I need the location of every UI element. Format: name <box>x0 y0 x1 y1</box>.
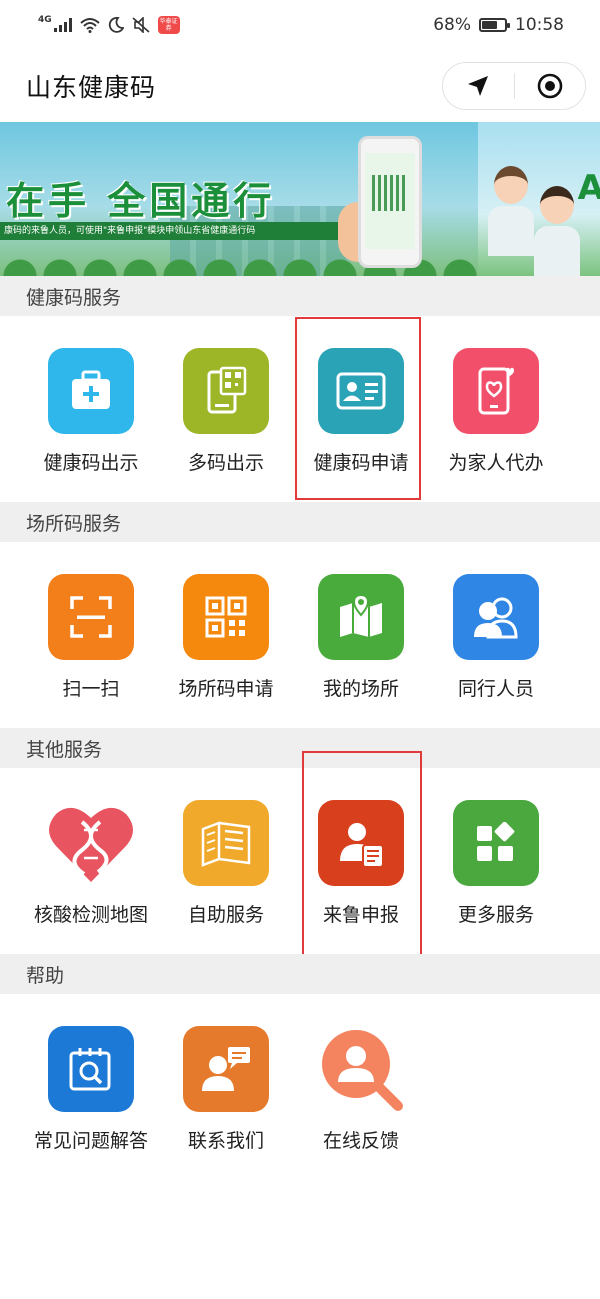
tile-label: 多码出示 <box>187 452 264 474</box>
app-notification-badge: 华泰证券 <box>157 16 180 34</box>
tile-scan[interactable]: 扫一扫 <box>23 574 159 701</box>
network-type: 4G <box>38 15 52 25</box>
location-arrow-icon <box>468 76 489 96</box>
battery-icon <box>479 18 510 32</box>
promo-banner[interactable]: 在手 全国通行 康码的来鲁人员，可使用"来鲁申报"模块申领山东省健康通行码 A <box>0 122 600 276</box>
icon-box <box>48 1026 134 1112</box>
status-right: 68% 10:58 <box>433 15 564 35</box>
status-left: 4G 华泰证券 <box>38 15 180 34</box>
icon-box <box>453 800 539 886</box>
scan-icon <box>70 596 112 638</box>
clock: 10:58 <box>515 15 564 35</box>
icon-box <box>48 348 134 434</box>
tile-label: 为家人代办 <box>448 452 544 474</box>
status-bar: 4G 华泰证券 68% 10:58 <box>0 0 600 50</box>
tile-apply-venue-code[interactable]: 场所码申请 <box>158 574 294 701</box>
tile-more-services[interactable]: 更多服务 <box>428 800 564 927</box>
icon-box <box>183 348 269 434</box>
person-figure <box>488 166 534 276</box>
tile-label: 更多服务 <box>457 904 534 926</box>
section-header-health-code: 健康码服务 <box>0 276 600 316</box>
dna-heart-icon <box>49 807 133 882</box>
phone-heart-icon <box>478 367 514 415</box>
faq-search-icon <box>69 1048 111 1091</box>
tile-label: 在线反馈 <box>322 1130 399 1152</box>
banner-headline: 在手 全国通行 <box>6 179 276 223</box>
icon-box <box>183 574 269 660</box>
section-header-other: 其他服务 <box>0 728 600 768</box>
location-button[interactable] <box>443 63 514 109</box>
contact-chat-icon <box>202 1047 250 1091</box>
grid-more-icon <box>477 822 515 861</box>
icon-box <box>453 574 539 660</box>
page-title: 山东健康码 <box>26 73 157 102</box>
moon-icon <box>108 17 124 33</box>
close-target-button[interactable] <box>515 63 586 109</box>
banner-slide-next[interactable]: A <box>478 122 600 276</box>
battery-fill <box>482 21 497 29</box>
tile-multi-code[interactable]: 多码出示 <box>158 348 294 475</box>
phone-screen <box>365 153 415 249</box>
phone-illustration <box>358 136 422 268</box>
banner-slide-current[interactable]: 在手 全国通行 康码的来鲁人员，可使用"来鲁申报"模块申领山东省健康通行码 <box>0 122 478 276</box>
section-header-help: 帮助 <box>0 954 600 994</box>
target-icon <box>537 73 563 99</box>
feedback-search-icon <box>322 1030 403 1111</box>
qr-illustration <box>372 175 408 211</box>
self-service-book-icon <box>201 821 251 867</box>
venue-code-services: 扫一扫 场所码申请 我的场所 同行人员 <box>0 542 600 728</box>
icon-box <box>48 800 134 886</box>
tile-self-service[interactable]: 自助服务 <box>158 800 294 927</box>
tile-contact-us[interactable]: 联系我们 <box>158 1026 294 1153</box>
battery-percent: 68% <box>433 15 471 35</box>
signal-icon <box>53 18 72 32</box>
mute-icon <box>132 17 150 33</box>
tile-label: 我的场所 <box>322 678 399 700</box>
qr-code-icon <box>205 596 247 638</box>
tile-show-health-code[interactable]: 健康码出示 <box>23 348 159 475</box>
medical-kit-icon <box>72 370 110 409</box>
section-header-venue-code: 场所码服务 <box>0 502 600 542</box>
tile-label: 健康码出示 <box>43 452 139 474</box>
icon-box <box>318 1026 404 1112</box>
wifi-icon <box>79 18 100 33</box>
tile-label: 自助服务 <box>187 904 264 926</box>
help-services: 常见问题解答 联系我们 在线反馈 <box>0 994 600 1180</box>
tile-label: 同行人员 <box>457 678 534 700</box>
other-services: 核酸检测地图 自助服务 来鲁申报 更多服务 <box>0 768 600 954</box>
app-header: 山东健康码 <box>0 50 600 122</box>
tile-faq[interactable]: 常见问题解答 <box>23 1026 159 1153</box>
mini-program-capsule <box>442 62 586 110</box>
tile-label: 场所码申请 <box>178 678 274 700</box>
person-figure <box>534 186 580 276</box>
highlight-box <box>295 317 421 500</box>
tile-label: 常见问题解答 <box>33 1130 148 1152</box>
tile-nucleic-test-map[interactable]: 核酸检测地图 <box>23 800 159 927</box>
tile-my-venues[interactable]: 我的场所 <box>293 574 429 701</box>
banner-next-letter: A <box>577 168 600 208</box>
icon-box <box>453 348 539 434</box>
tile-label: 联系我们 <box>187 1130 264 1152</box>
tile-label: 核酸检测地图 <box>33 904 148 926</box>
tile-family-proxy[interactable]: 为家人代办 <box>428 348 564 475</box>
icon-box <box>183 800 269 886</box>
tile-companions[interactable]: 同行人员 <box>428 574 564 701</box>
tile-online-feedback[interactable]: 在线反馈 <box>293 1026 429 1153</box>
banner-subtitle: 康码的来鲁人员，可使用"来鲁申报"模块申领山东省健康通行码 <box>0 222 370 240</box>
map-pin-icon <box>340 595 382 637</box>
people-icon <box>474 597 518 639</box>
icon-box <box>183 1026 269 1112</box>
highlight-box <box>302 751 422 957</box>
multi-code-phone-icon <box>207 366 247 414</box>
people-illustration <box>488 162 588 276</box>
icon-box <box>48 574 134 660</box>
tile-label: 扫一扫 <box>62 678 120 700</box>
icon-box <box>318 574 404 660</box>
